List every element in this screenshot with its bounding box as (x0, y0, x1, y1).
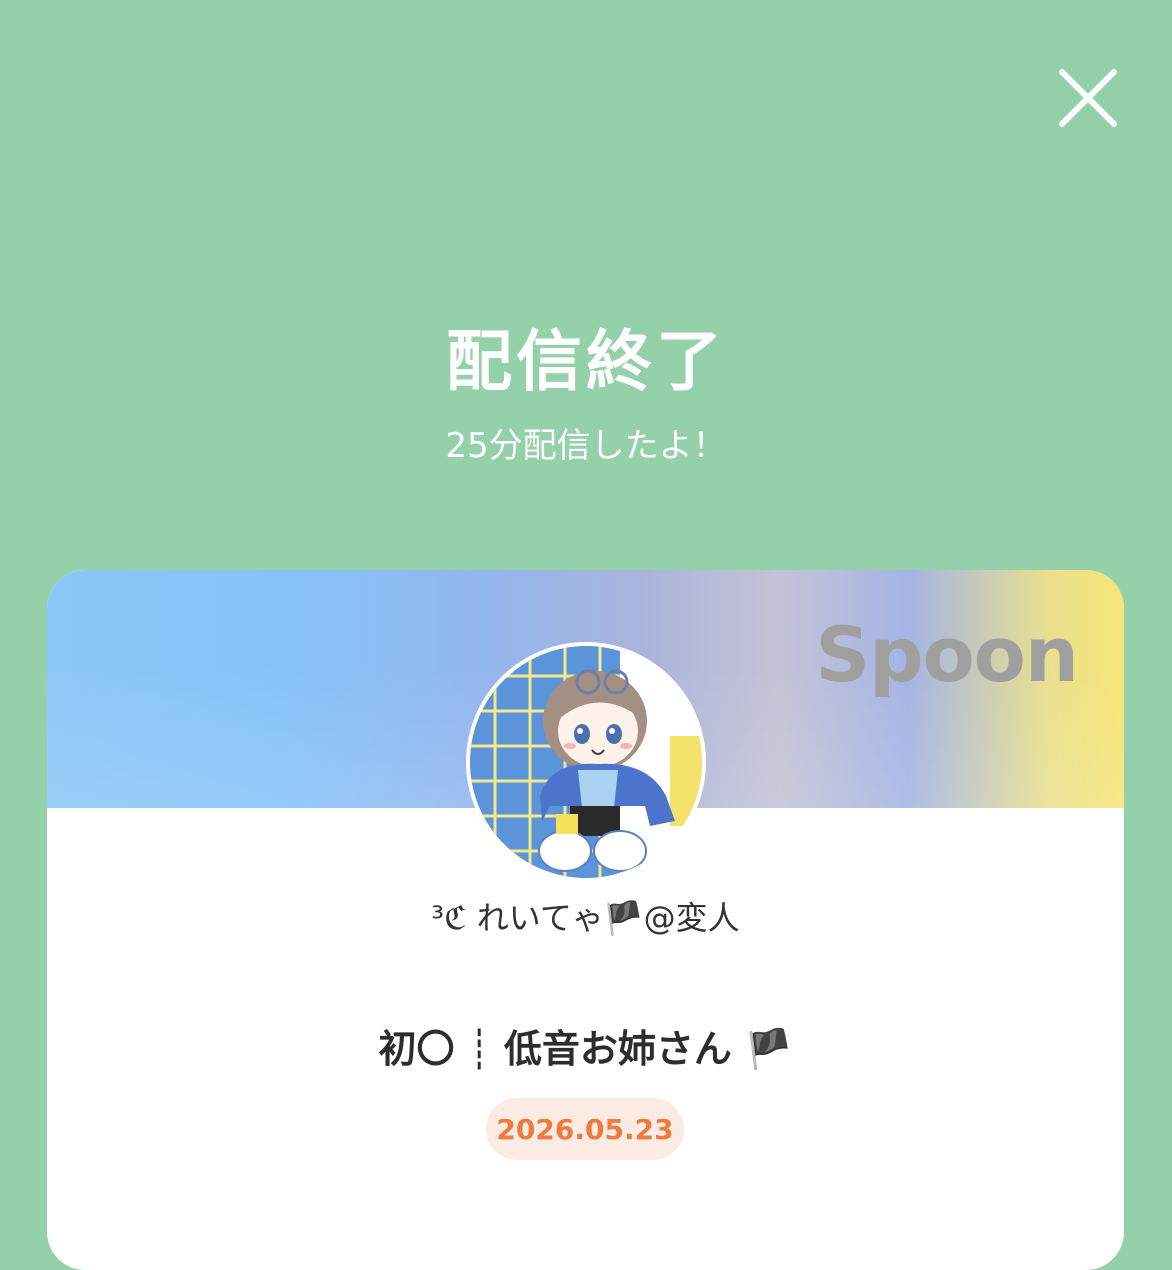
avatar[interactable] (466, 642, 706, 882)
close-button[interactable] (1052, 62, 1124, 134)
stream-title: 初〇 ┊ 低音お姉さん 🏴 (378, 1027, 793, 1071)
username: ³ℭ れいてゃ🏴@変人 (431, 899, 740, 937)
duration-subtitle: 25分配信したよ！ (445, 426, 727, 466)
close-icon (1059, 69, 1117, 127)
spoon-logo: Spoon (815, 610, 1079, 699)
broadcast-card: Spoon ³ℭ れいてゃ🏴@変人 初〇 ┊ 低音お姉さん 🏴 2026.05.… (47, 570, 1124, 1270)
avatar-illustration (470, 646, 702, 878)
date-badge: 2026.05.23 (486, 1098, 684, 1160)
page-title: 配信終了 (446, 323, 726, 400)
